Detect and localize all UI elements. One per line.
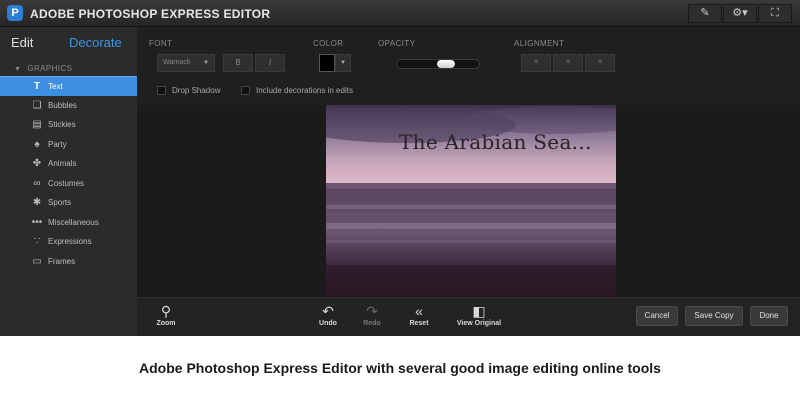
sidebar-item-sports[interactable]: ✱ Sports (0, 193, 137, 213)
caption: Adobe Photoshop Express Editor with seve… (139, 360, 661, 376)
sidebar-item-label: Text (48, 82, 63, 91)
align-right-button[interactable]: ≡ (585, 54, 615, 72)
redo-button[interactable]: ↷ Redo (359, 302, 385, 327)
sidebar-item-expressions[interactable]: ∵ Expressions (0, 232, 137, 252)
mode-tabs: Edit Decorate (0, 27, 137, 57)
align-left-button[interactable]: ≡ (521, 54, 551, 72)
done-button[interactable]: Done (750, 306, 788, 326)
align-center-button[interactable]: ≡ (553, 54, 583, 72)
photoshop-logo-icon: P (7, 5, 23, 21)
drop-shadow-label: Drop Shadow (172, 86, 221, 95)
view-original-button[interactable]: ◧ View Original (452, 302, 506, 327)
text-icon: T (33, 81, 41, 92)
expressions-icon: ∵ (33, 236, 41, 247)
brush-icon[interactable]: ✎ (688, 4, 722, 23)
drop-shadow-checkbox[interactable] (157, 86, 166, 95)
miscellaneous-icon: ••• (31, 216, 43, 228)
photoshop-express-app: P ADOBE PHOTOSHOP EXPRESS EDITOR ✎ ⚙▾ ⛶ … (0, 0, 800, 336)
view-original-label: View Original (456, 320, 502, 327)
graphics-section-label: GRAPHICS (27, 64, 73, 73)
redo-label: Redo (363, 320, 381, 327)
font-label: FONT (149, 39, 173, 48)
sports-icon: ✱ (32, 197, 42, 208)
tab-edit[interactable]: Edit (11, 35, 33, 50)
sidebar-item-miscellaneous[interactable]: ••• Miscellaneous (0, 213, 137, 233)
include-decorations-label: Include decorations in edits (256, 86, 353, 95)
title-tools: ✎ ⚙▾ ⛶ (688, 4, 792, 23)
chevron-down-icon: ▼ (203, 60, 209, 66)
reset-button[interactable]: « Reset (404, 302, 434, 327)
save-copy-button[interactable]: Save Copy (685, 306, 743, 326)
sidebar-item-label: Stickies (48, 120, 76, 129)
reset-icon: « (415, 303, 423, 319)
font-select[interactable]: Warnock ▼ (157, 54, 215, 72)
tab-decorate[interactable]: Decorate (69, 35, 122, 50)
bold-button[interactable]: B (223, 54, 253, 72)
color-swatch[interactable] (319, 54, 335, 72)
compare-icon: ◧ (472, 303, 486, 319)
stickies-icon: ▤ (32, 119, 42, 130)
overlay-text[interactable]: The Arabian Sea... (399, 130, 592, 154)
graphics-section-header[interactable]: ▼ GRAPHICS (14, 64, 72, 73)
sidebar-item-label: Frames (48, 256, 76, 266)
zoom-label: Zoom (156, 320, 176, 327)
zoom-button[interactable]: ⚲ Zoom (153, 302, 179, 327)
animals-icon: ✤ (32, 158, 42, 169)
canvas-area: The Arabian Sea... (137, 105, 800, 297)
opacity-slider-thumb[interactable] (437, 60, 455, 68)
magnifier-icon: ⚲ (160, 303, 172, 319)
undo-button[interactable]: ↶ Undo (315, 302, 341, 327)
undo-label: Undo (319, 320, 337, 327)
sidebar-item-label: Bubbles (48, 100, 77, 110)
collapse-triangle-icon: ▼ (14, 66, 22, 73)
sidebar-item-text[interactable]: T Text (0, 76, 137, 96)
sidebar-item-party[interactable]: ♠ Party (0, 135, 137, 155)
sidebar-item-bubbles[interactable]: ❏ Bubbles (0, 96, 137, 116)
fullscreen-icon[interactable]: ⛶ (758, 4, 792, 23)
alignment-group: ≡ ≡ ≡ (521, 54, 615, 72)
color-dropdown-icon[interactable]: ▼ (335, 54, 351, 72)
alignment-label: ALIGNMENT (514, 39, 565, 48)
include-decorations-option[interactable]: Include decorations in edits (241, 86, 353, 95)
undo-icon: ↶ (322, 303, 334, 319)
sidebar-item-costumes[interactable]: ∞ Costumes (0, 174, 137, 194)
cancel-button[interactable]: Cancel (636, 306, 678, 326)
graphics-list: T Text ❏ Bubbles ▤ Stickies ♠ Party ✤ Animals… (0, 76, 137, 271)
sidebar-item-animals[interactable]: ✤ Animals (0, 154, 137, 174)
bottom-toolbar: ⚲ Zoom ↶ Undo ↷ Redo « Reset ◧ View Orig… (137, 297, 800, 336)
app-title: ADOBE PHOTOSHOP EXPRESS EDITOR (30, 7, 271, 21)
title-bar: P ADOBE PHOTOSHOP EXPRESS EDITOR ✎ ⚙▾ ⛶ (0, 0, 800, 27)
sidebar-item-frames[interactable]: ▭ Frames (0, 252, 137, 272)
party-icon: ♠ (34, 138, 40, 150)
redo-icon: ↷ (366, 303, 378, 319)
text-options-panel: FONT Warnock ▼ B I COLOR ▼ OPACITY ALIGN… (137, 27, 800, 105)
include-decorations-checkbox[interactable] (241, 86, 250, 95)
sidebar: Edit Decorate ▼ GRAPHICS T Text ❏ Bubbles ▤… (0, 27, 137, 336)
sidebar-item-label: Sports (48, 198, 72, 207)
sidebar-item-label: Party (48, 139, 67, 149)
sidebar-item-label: Costumes (48, 178, 85, 188)
reset-label: Reset (409, 320, 429, 327)
costumes-icon: ∞ (33, 177, 41, 189)
frames-icon: ▭ (32, 255, 42, 267)
sidebar-item-label: Miscellaneous (48, 217, 99, 227)
sidebar-item-label: Expressions (48, 237, 92, 246)
photo-canvas[interactable]: The Arabian Sea... (326, 105, 616, 297)
italic-button[interactable]: I (255, 54, 285, 72)
color-label: COLOR (313, 39, 344, 48)
opacity-slider[interactable] (396, 59, 480, 69)
opacity-label: OPACITY (378, 39, 416, 48)
sidebar-item-label: Animals (48, 159, 77, 168)
font-select-value: Warnock (163, 59, 191, 66)
sidebar-item-stickies[interactable]: ▤ Stickies (0, 115, 137, 135)
gear-icon[interactable]: ⚙▾ (723, 4, 757, 23)
drop-shadow-option[interactable]: Drop Shadow (157, 86, 220, 95)
bubbles-icon: ❏ (32, 99, 42, 111)
